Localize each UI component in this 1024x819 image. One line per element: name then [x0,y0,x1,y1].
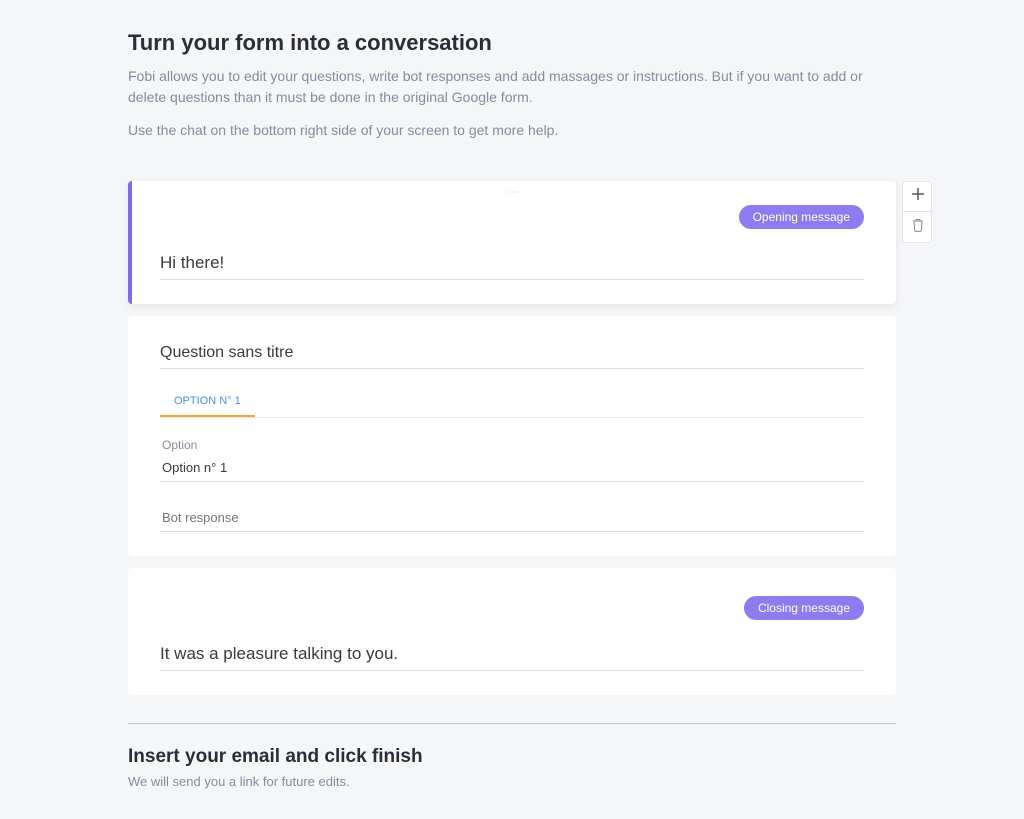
side-toolbar [902,181,932,243]
add-button[interactable] [903,182,933,212]
trash-icon [912,218,924,237]
delete-button[interactable] [903,212,933,242]
page-container: Turn your form into a conversation Fobi … [112,30,912,789]
closing-message-input[interactable] [160,640,864,671]
option-tabs: OPTION N° 1 [160,387,864,418]
page-title: Turn your form into a conversation [128,30,896,56]
opening-message-input[interactable] [160,249,864,280]
page-description: Fobi allows you to edit your questions, … [128,66,896,108]
email-section-title: Insert your email and click finish [128,746,896,768]
drag-handle-icon[interactable]: ⋯ [508,187,520,198]
opening-badge: Opening message [739,205,864,229]
option-input[interactable] [160,456,864,482]
opening-message-card[interactable]: ⋯ Opening message [128,181,896,304]
closing-badge: Closing message [744,596,864,620]
email-section-description: We will send you a link for future edits… [128,774,896,789]
cards-wrapper: ⋯ Opening message OPTION N° 1 Option Clo… [128,181,896,789]
tab-option-1[interactable]: OPTION N° 1 [160,387,255,417]
plus-icon [911,187,925,206]
bot-response-input[interactable] [160,506,864,532]
help-line: Use the chat on the bottom right side of… [128,120,896,141]
question-title-input[interactable] [160,340,864,369]
badge-row: Opening message [160,205,864,229]
option-label: Option [160,438,864,452]
section-divider [128,723,896,724]
closing-badge-row: Closing message [160,596,864,620]
option-field-group: Option [160,438,864,532]
closing-message-card[interactable]: Closing message [128,568,896,695]
question-card[interactable]: OPTION N° 1 Option [128,316,896,556]
